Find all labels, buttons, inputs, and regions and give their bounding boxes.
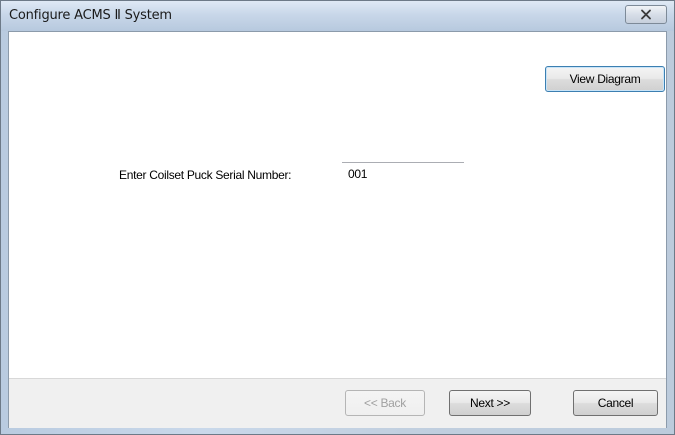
wizard-footer: << Back Next >> Cancel: [9, 378, 666, 428]
wizard-panel: View Diagram Enter Coilset Puck Serial N…: [9, 32, 666, 378]
view-diagram-button[interactable]: View Diagram: [545, 66, 665, 92]
window-title: Configure ACMS Ⅱ System: [9, 8, 172, 23]
title-bar[interactable]: Configure ACMS Ⅱ System: [1, 1, 674, 31]
cancel-button[interactable]: Cancel: [573, 390, 658, 416]
back-button[interactable]: << Back: [345, 390, 425, 416]
serial-number-label: Enter Coilset Puck Serial Number:: [119, 168, 292, 182]
close-icon: [641, 9, 651, 20]
dialog-window: Configure ACMS Ⅱ System View Diagram Ent…: [0, 0, 675, 435]
serial-number-input[interactable]: [342, 162, 464, 184]
close-button[interactable]: [625, 5, 667, 24]
next-button[interactable]: Next >>: [449, 390, 531, 416]
dialog-client-area: View Diagram Enter Coilset Puck Serial N…: [8, 31, 667, 428]
